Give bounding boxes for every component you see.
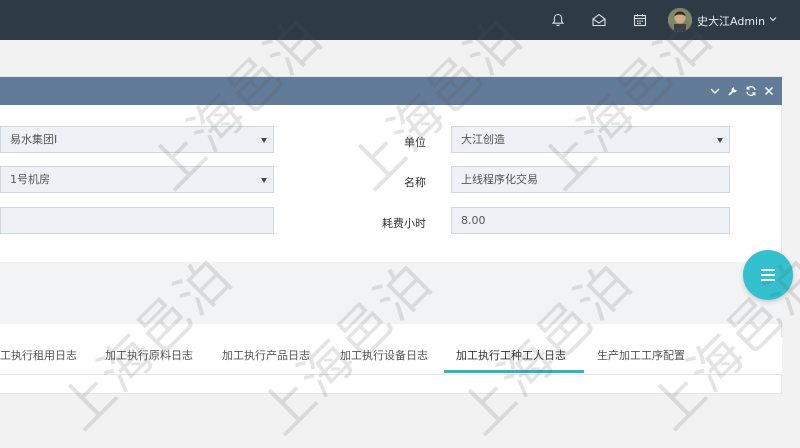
tab-worker-log[interactable]: 加工执行工种工人日志 (456, 347, 566, 363)
calendar-icon[interactable] (632, 12, 648, 28)
menu-icon-line-2 (761, 274, 775, 276)
menu-icon-line-3 (761, 279, 775, 281)
hours-input[interactable]: 8.00 (451, 207, 730, 234)
chevron-down-icon[interactable] (768, 14, 778, 24)
group-select[interactable]: 易水集团I (0, 126, 274, 153)
panel-header (0, 77, 782, 105)
left-text-field[interactable] (0, 207, 274, 234)
tab-equipment-log[interactable]: 加工执行设备日志 (340, 347, 428, 363)
avatar[interactable] (668, 8, 692, 32)
collapse-chevron-icon[interactable] (708, 84, 722, 98)
active-tab-indicator (444, 370, 584, 373)
top-navbar: 史大江Admin (0, 0, 800, 40)
section-band (0, 262, 782, 324)
tab-product-log[interactable]: 加工执行产品日志 (222, 347, 310, 363)
username[interactable]: 史大江Admin (697, 13, 765, 29)
name-input[interactable]: 上线程序化交易 (451, 166, 730, 193)
wrench-icon[interactable] (726, 84, 740, 98)
unit-select[interactable]: 大江创造 (451, 126, 730, 153)
tab-rent-log[interactable]: 工执行租用日志 (0, 347, 77, 363)
close-icon[interactable] (762, 84, 776, 98)
menu-icon-line-1 (761, 269, 775, 271)
name-label: 名称 (404, 176, 426, 189)
tab-material-log[interactable]: 加工执行原料日志 (105, 347, 193, 363)
tab-process-config[interactable]: 生产加工工序配置 (597, 347, 685, 363)
machine-room-select[interactable]: 1号机房 (0, 166, 274, 193)
mail-open-icon[interactable] (591, 12, 607, 28)
bell-icon[interactable] (550, 12, 566, 28)
log-tabs: 工执行租用日志 加工执行原料日志 加工执行产品日志 加工执行设备日志 加工执行工… (0, 337, 782, 375)
floating-menu-button[interactable] (743, 250, 793, 300)
refresh-icon[interactable] (744, 84, 758, 98)
hours-label: 耗费小时 (382, 217, 426, 230)
panel-tools (708, 84, 776, 98)
unit-label: 单位 (404, 136, 426, 149)
